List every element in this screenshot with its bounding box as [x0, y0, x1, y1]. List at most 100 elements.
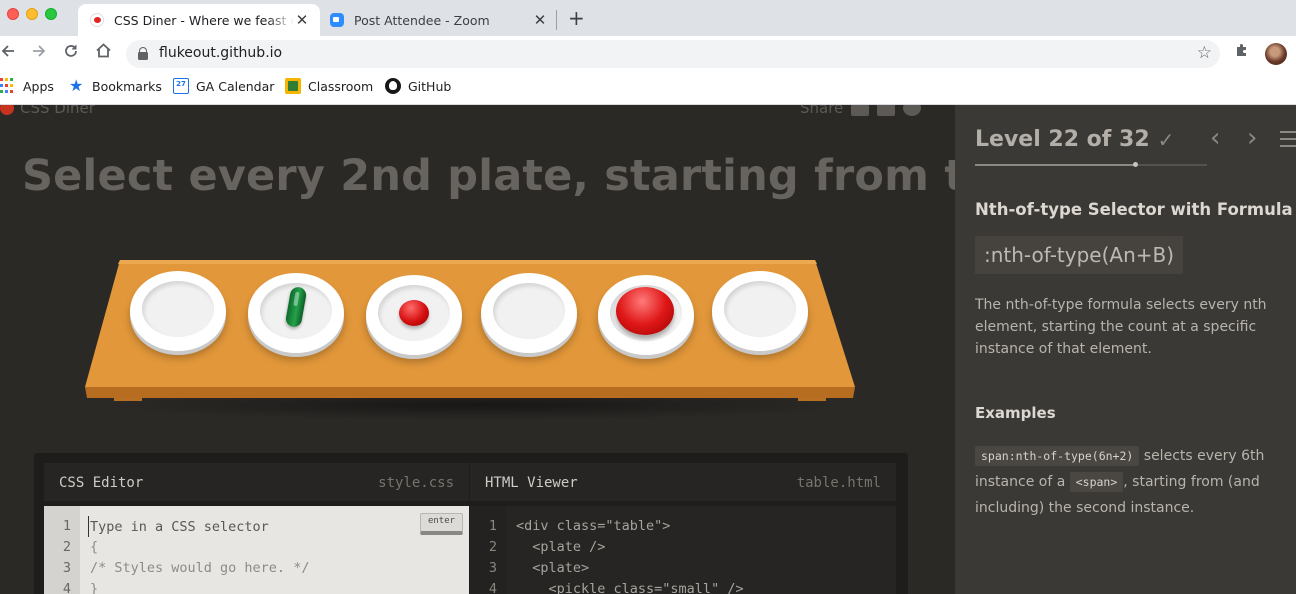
css-diner-favicon-icon [90, 13, 104, 27]
line-number: 1 [488, 518, 497, 534]
twitter-icon[interactable] [903, 105, 922, 116]
selector-name: Nth-of-type Selector with Formula [975, 200, 1293, 219]
window-zoom-button[interactable] [45, 8, 57, 20]
level-text: Level 22 of 32 [975, 127, 1150, 152]
css-selector-input[interactable] [88, 516, 428, 537]
html-code-line[interactable]: <pickle class="small" /> [516, 581, 744, 594]
html-code-line[interactable]: <plate /> [516, 539, 605, 555]
example-code: <span> [1069, 472, 1124, 492]
tab-divider [556, 10, 557, 30]
line-number: 4 [488, 581, 497, 594]
tab-close-icon[interactable]: ✕ [294, 11, 310, 29]
checkmark-icon: ✓ [1157, 127, 1175, 152]
game-main-pane: CSS Diner Share Select every 2nd plate, … [0, 105, 1123, 594]
facebook-icon[interactable] [877, 105, 896, 116]
html-viewer: 1 2 3 4 <div class="table"> <plate /> <p… [470, 506, 896, 594]
html-code-line[interactable]: <div class="table"> [516, 518, 670, 534]
bookmark-github[interactable]: GitHub [385, 78, 451, 94]
apps-grid-icon [0, 78, 16, 94]
brand-logo[interactable]: CSS Diner [0, 105, 95, 117]
tab-title: CSS Diner - Where we feast on CSS Select… [114, 12, 294, 28]
line-number: 3 [488, 560, 497, 576]
brand-name: CSS Diner [20, 105, 95, 117]
level-progress-bar [975, 162, 1207, 167]
plate[interactable] [712, 271, 808, 351]
apple[interactable] [616, 287, 674, 335]
line-number: 4 [62, 581, 71, 594]
html-line-gutter: 1 2 3 4 [470, 506, 506, 594]
next-level-chevron-icon[interactable]: › [1247, 123, 1257, 153]
bookmark-label: Bookmarks [92, 78, 162, 94]
back-arrow-icon[interactable] [0, 42, 20, 66]
classroom-icon [285, 78, 301, 94]
html-viewer-header: HTML Viewer table.html [470, 463, 896, 501]
star-icon: ★ [69, 76, 84, 95]
share-area: Share [800, 105, 922, 117]
plate[interactable] [130, 271, 226, 351]
bookmark-classroom[interactable]: Classroom [285, 78, 373, 94]
level-progress-marker [1132, 162, 1138, 167]
css-editor-header: CSS Editor style.css [44, 463, 469, 501]
forward-arrow-icon[interactable] [27, 42, 51, 66]
css-code-line: { [90, 539, 99, 555]
bookmark-label: Classroom [308, 78, 374, 94]
selector-hint: The nth-of-type formula selects every nt… [975, 297, 1267, 357]
plate[interactable] [366, 275, 462, 355]
bookmark-label: Apps [23, 78, 54, 94]
bookmark-star-icon[interactable]: ☆ [1197, 43, 1212, 63]
line-number: 1 [62, 518, 71, 534]
example-code: span:nth-of-type(6n+2) [975, 446, 1140, 466]
selector-syntax: :nth-of-type(An+B) [975, 236, 1184, 274]
previous-level-chevron-icon[interactable]: ‹ [1210, 123, 1220, 153]
email-icon[interactable] [851, 105, 870, 116]
level-sidebar: Level 22 of 32 ✓ ‹ › Nth-of-type Selecto… [955, 105, 1296, 594]
home-icon[interactable] [91, 42, 115, 66]
zoom-favicon-icon [330, 13, 344, 27]
url-text[interactable]: flukeout.github.io [159, 45, 282, 61]
tab-strip: CSS Diner - Where we feast on CSS Select… [0, 0, 1296, 36]
example-text: span:nth-of-type(6n+2) selects every 6th… [975, 443, 1296, 521]
plate[interactable] [248, 273, 344, 353]
html-viewer-title: HTML Viewer [485, 475, 578, 491]
css-line-gutter: 1 2 3 4 [44, 506, 80, 594]
page: CSS Diner Share Select every 2nd plate, … [0, 105, 1296, 594]
tab-zoom[interactable]: Post Attendee - Zoom ✕ [322, 4, 558, 36]
window-minimize-button[interactable] [26, 8, 38, 20]
address-bar[interactable]: flukeout.github.io ☆ [126, 40, 1220, 68]
level-menu-hamburger-icon[interactable] [1280, 131, 1296, 151]
share-label: Share [800, 105, 844, 117]
level-progress-fill [975, 164, 1135, 166]
css-code-line: } [90, 581, 99, 594]
tab-title: Post Attendee - Zoom [354, 12, 490, 28]
bookmark-bookmarks[interactable]: ★ Bookmarks [69, 78, 162, 94]
level-indicator[interactable]: Level 22 of 32 ✓ [975, 127, 1174, 152]
bookmark-ga-calendar[interactable]: 27 GA Calendar [173, 78, 274, 94]
profile-avatar[interactable] [1265, 43, 1287, 65]
tab-css-diner[interactable]: CSS Diner - Where we feast on CSS Select… [78, 4, 320, 36]
tab-close-icon[interactable]: ✕ [532, 11, 548, 29]
css-editor-filename: style.css [378, 475, 454, 491]
window-close-button[interactable] [7, 8, 19, 20]
enter-button[interactable]: enter [420, 513, 463, 535]
new-tab-button[interactable]: + [568, 7, 585, 29]
bookmark-label: GA Calendar [196, 78, 275, 94]
line-number: 2 [488, 539, 497, 555]
apple-small[interactable] [399, 300, 429, 326]
line-number: 3 [62, 560, 71, 576]
plate[interactable] [598, 275, 694, 355]
line-number: 2 [62, 539, 71, 555]
reload-icon[interactable] [59, 42, 83, 66]
html-viewer-filename: table.html [796, 475, 881, 491]
lock-icon[interactable] [138, 47, 148, 60]
diner-logo-icon [0, 105, 14, 115]
css-code-line: /* Styles would go here. */ [90, 560, 310, 576]
github-icon [385, 78, 401, 94]
plate[interactable] [481, 273, 577, 353]
css-editor-title: CSS Editor [59, 475, 144, 491]
calendar-icon: 27 [173, 78, 189, 94]
bookmarks-bar: Apps ★ Bookmarks 27 GA Calendar Classroo… [0, 72, 1296, 105]
bookmark-apps[interactable]: Apps [0, 78, 54, 94]
html-code-line[interactable]: <plate> [516, 560, 589, 576]
extensions-puzzle-icon[interactable] [1234, 42, 1250, 62]
examples-heading: Examples [975, 404, 1056, 422]
